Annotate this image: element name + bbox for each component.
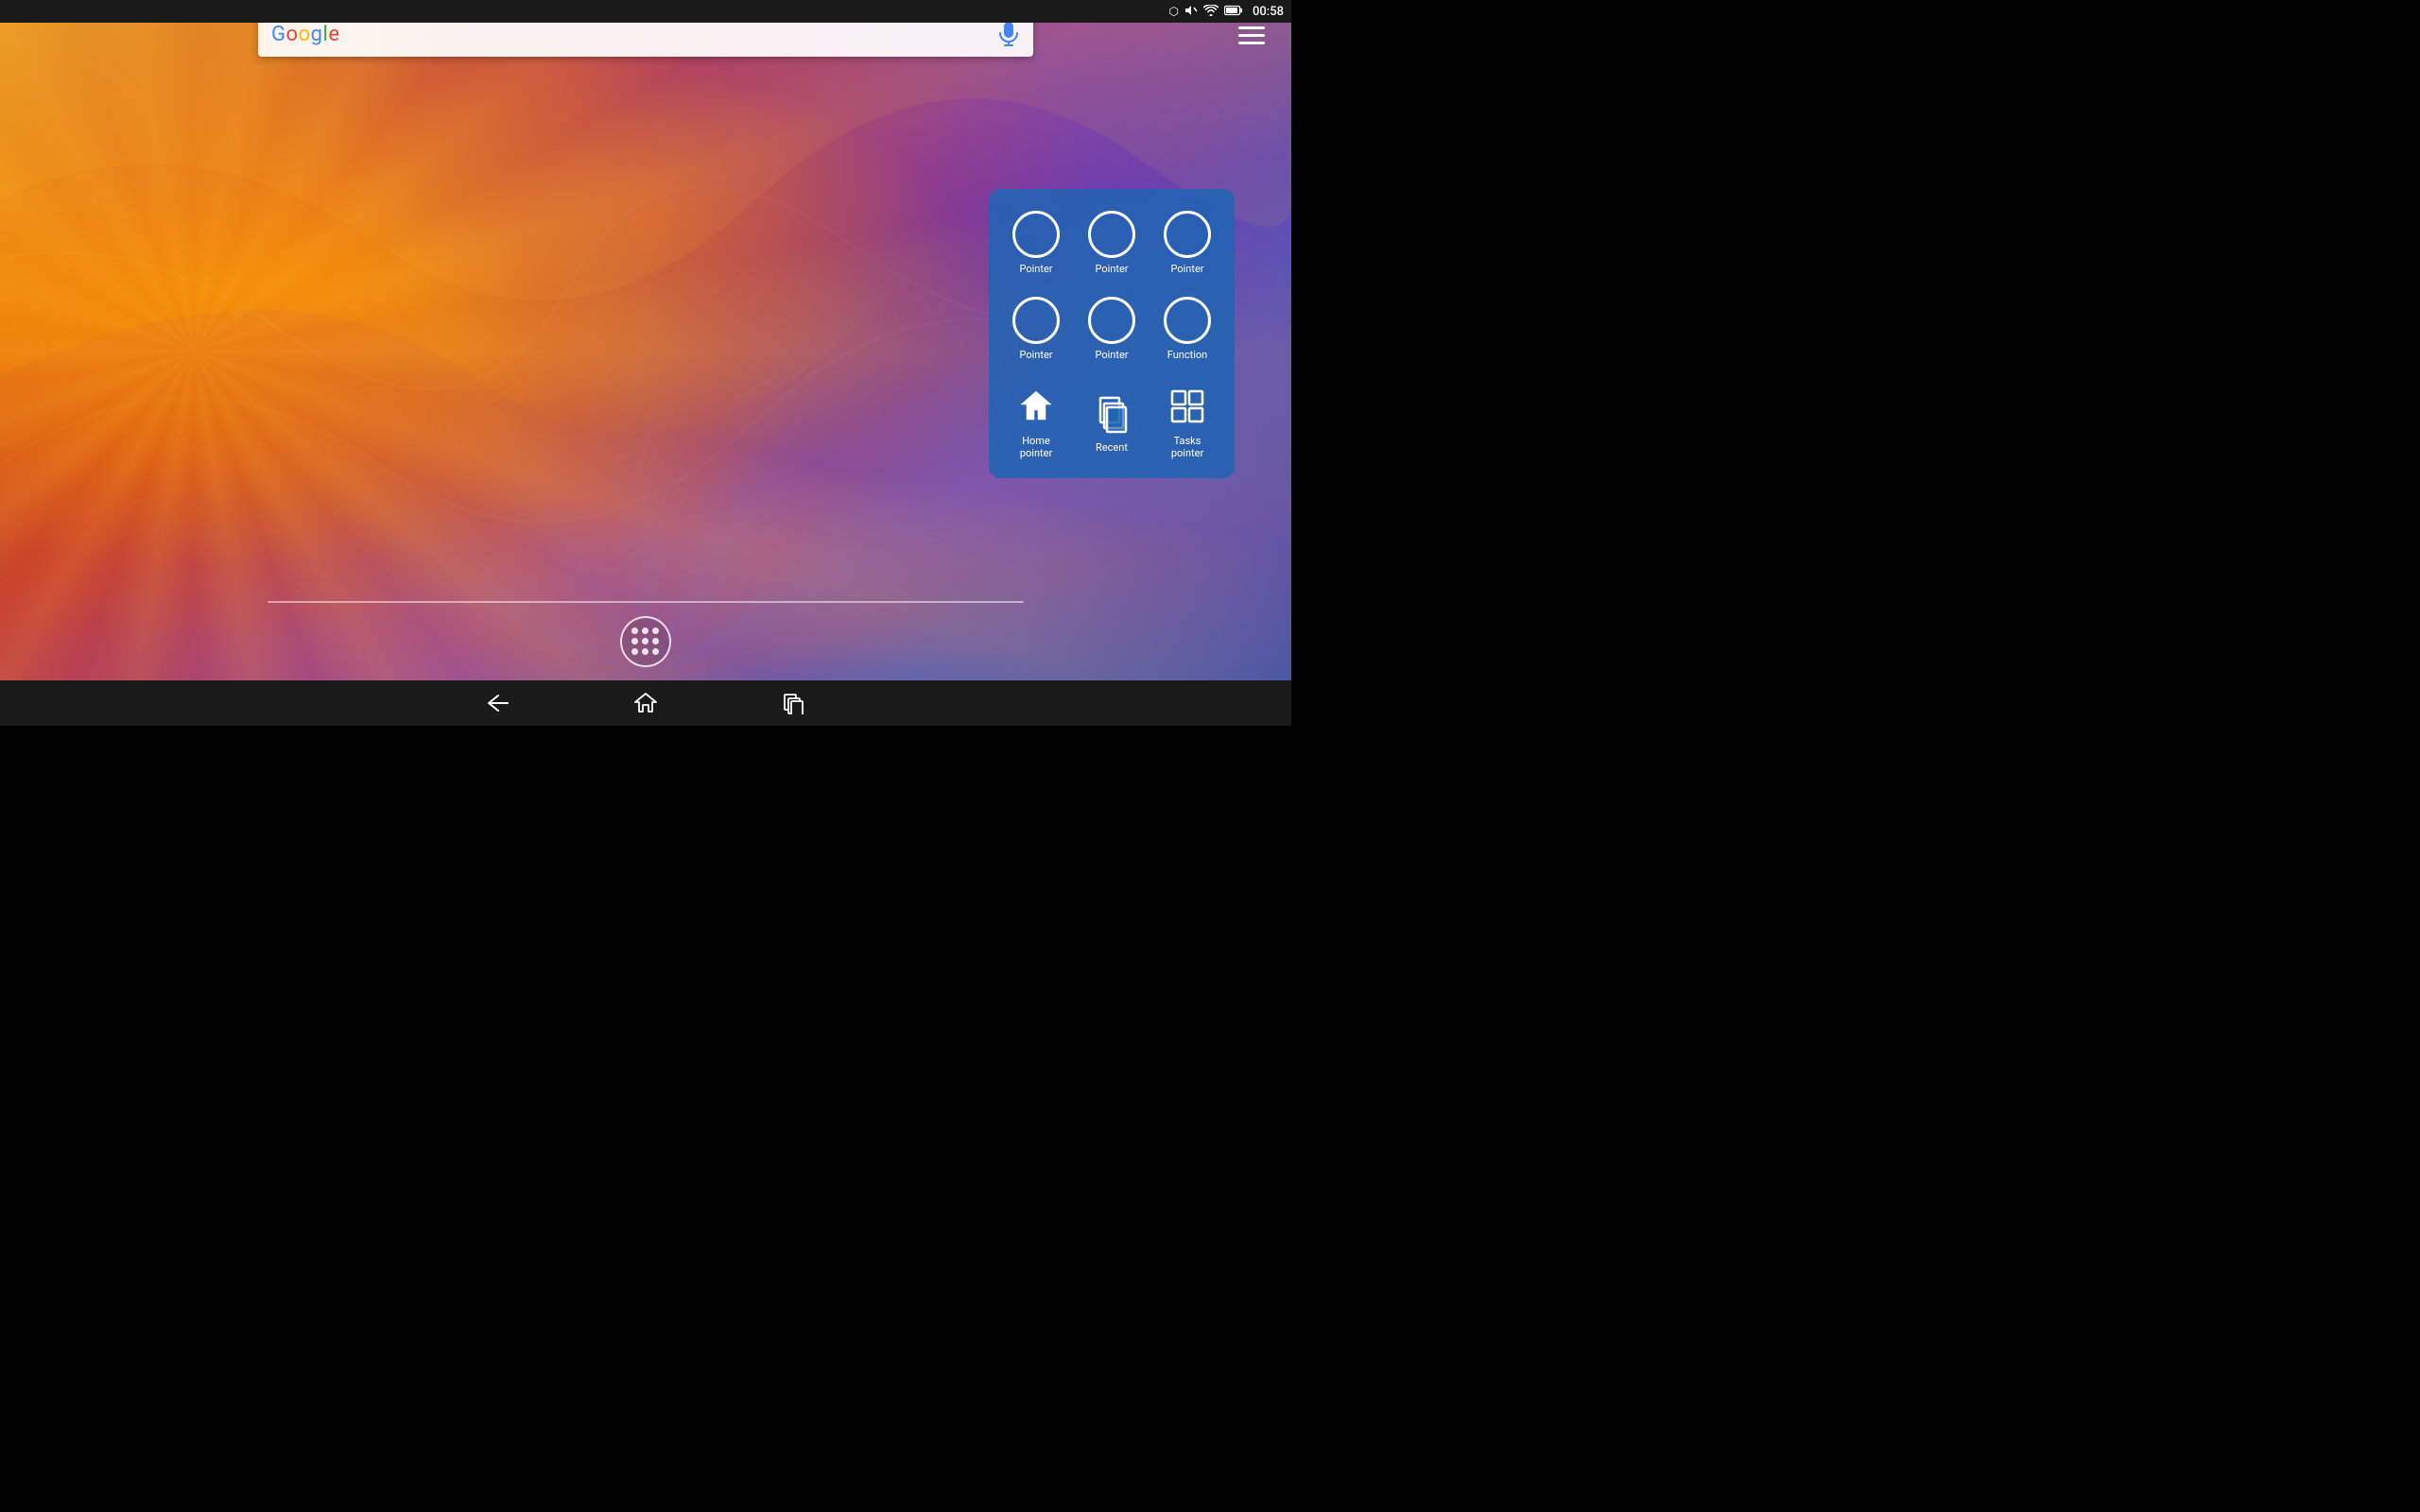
pointer-label-5: Pointer [1095, 349, 1128, 361]
pointer-label-4: Pointer [1019, 349, 1052, 361]
recent-button[interactable]: Recent [1076, 372, 1148, 467]
home-pointer-button[interactable]: Home pointer [1000, 372, 1072, 467]
home-pointer-icon [1011, 382, 1061, 431]
pointer-button-4[interactable]: Pointer [1000, 286, 1072, 369]
home-pointer-label: Home pointer [1006, 435, 1066, 459]
status-bar: ⬡ 00:58 [0, 0, 1291, 23]
pointer-button-5[interactable]: Pointer [1076, 286, 1148, 369]
back-button[interactable] [481, 686, 515, 720]
wifi-icon [1203, 5, 1219, 19]
bluetooth-icon: ⬡ [1169, 5, 1179, 18]
tasks-pointer-label: Tasks pointer [1157, 435, 1218, 459]
pointer-button-2[interactable]: Pointer [1076, 200, 1148, 283]
function-label: Function [1167, 349, 1207, 361]
pointer-label-3: Pointer [1170, 263, 1203, 275]
recent-label: Recent [1096, 441, 1128, 454]
menu-button[interactable] [1231, 19, 1272, 52]
pointer-circle-icon-5 [1087, 296, 1136, 345]
pointer-circle-icon-3 [1163, 210, 1212, 259]
recent-icon [1087, 388, 1136, 438]
pointer-label-2: Pointer [1095, 263, 1128, 275]
page-indicator [268, 601, 1024, 603]
google-logo: Google [271, 23, 997, 46]
recents-button[interactable] [776, 686, 810, 720]
time-display: 00:58 [1253, 5, 1284, 19]
tasks-pointer-button[interactable]: Tasks pointer [1151, 372, 1223, 467]
widget-panel: Pointer Pointer Pointer Pointer Pointer … [989, 189, 1235, 478]
nav-bar [0, 680, 1291, 726]
battery-icon [1224, 5, 1243, 19]
pointer-circle-icon-2 [1087, 210, 1136, 259]
mute-icon [1184, 4, 1198, 20]
pointer-button-3[interactable]: Pointer [1151, 200, 1223, 283]
tasks-pointer-icon [1163, 382, 1212, 431]
app-drawer-icon [631, 627, 660, 656]
pointer-button-1[interactable]: Pointer [1000, 200, 1072, 283]
mic-icon[interactable] [997, 23, 1020, 45]
pointer-circle-icon-4 [1011, 296, 1061, 345]
app-drawer-button[interactable] [620, 616, 671, 667]
pointer-label-1: Pointer [1019, 263, 1052, 275]
function-circle-icon [1163, 296, 1212, 345]
pointer-circle-icon-1 [1011, 210, 1061, 259]
function-button[interactable]: Function [1151, 286, 1223, 369]
home-button[interactable] [629, 686, 663, 720]
